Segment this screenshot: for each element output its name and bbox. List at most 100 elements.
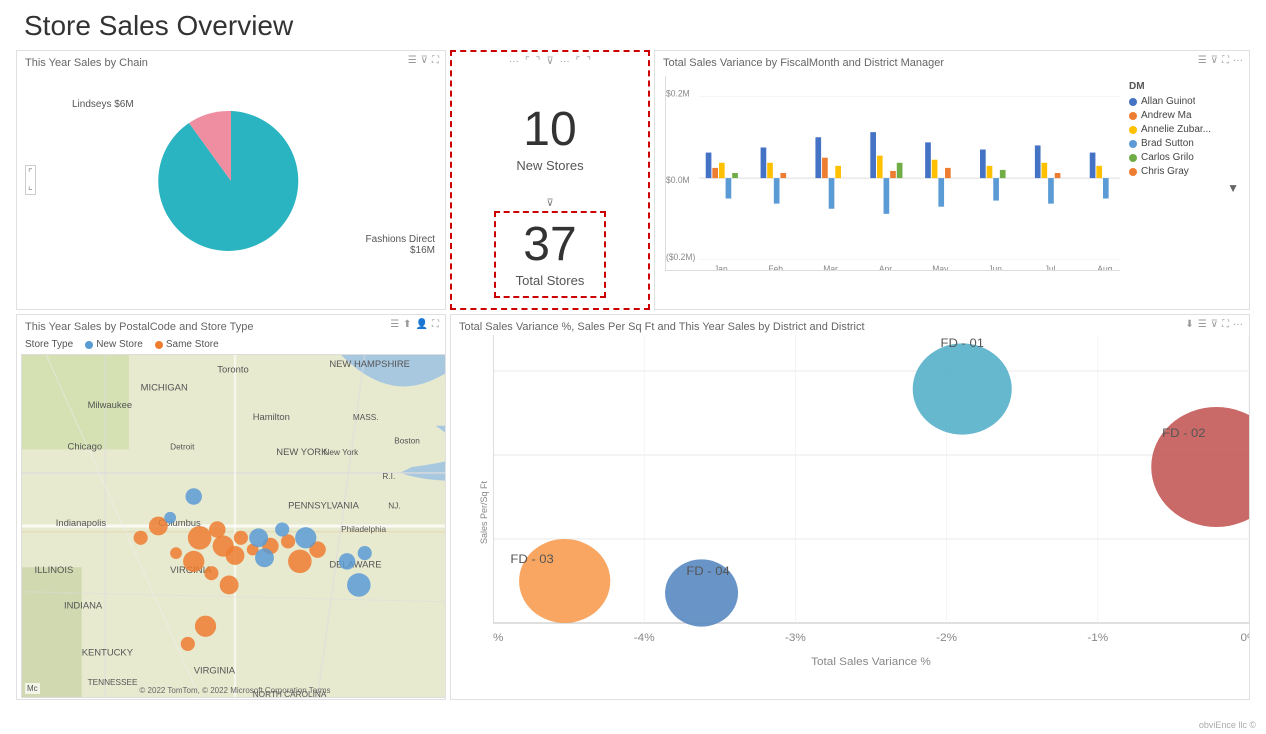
new-stores-kpi: 10 New Stores bbox=[516, 82, 583, 196]
kpi-more2-icon[interactable]: ··· bbox=[560, 56, 570, 67]
pie-chart: Lindseys $6M Fashions Direct $16M bbox=[17, 81, 445, 281]
kpi-focus-right-icon[interactable]: ⌝ bbox=[536, 56, 541, 67]
svg-text:ILLINOIS: ILLINOIS bbox=[35, 564, 74, 575]
kpi-expand-icon[interactable]: ⌜ bbox=[576, 56, 581, 67]
svg-text:New York: New York bbox=[323, 448, 359, 457]
map-ms-logo: Mc bbox=[25, 683, 40, 694]
svg-text:PENNSYLVANIA: PENNSYLVANIA bbox=[288, 499, 360, 510]
svg-text:Jan: Jan bbox=[714, 264, 728, 270]
svg-text:Indianapolis: Indianapolis bbox=[56, 517, 107, 528]
bubble-chart-wrapper: Sales Per/Sq Ft bbox=[451, 335, 1249, 691]
svg-text:R.I.: R.I. bbox=[382, 472, 395, 481]
kpi-filter-icon[interactable]: ⊽ bbox=[546, 56, 553, 67]
new-stores-label: New Stores bbox=[516, 158, 583, 173]
svg-text:Feb: Feb bbox=[768, 264, 783, 270]
pie-panel-title: This Year Sales by Chain bbox=[17, 51, 445, 71]
legend-item-carlos: Carlos Grilo bbox=[1129, 152, 1239, 163]
svg-text:INDIANA: INDIANA bbox=[64, 600, 103, 611]
kpi-panel: ··· ⌜ ⌝ ⊽ ··· ⌜ ⌝ 10 New Stores ⊽ 37 bbox=[450, 50, 650, 310]
svg-text:KENTUCKY: KENTUCKY bbox=[82, 647, 134, 658]
svg-text:Mar: Mar bbox=[823, 264, 838, 270]
svg-text:0%: 0% bbox=[1241, 632, 1249, 643]
svg-text:$0.2M: $0.2M bbox=[666, 88, 690, 98]
legend-item-chris: Chris Gray bbox=[1129, 166, 1239, 177]
watermark: obviEnce llc © bbox=[1199, 720, 1256, 730]
legend-carlos-label: Carlos Grilo bbox=[1141, 152, 1194, 163]
map-container[interactable]: Milwaukee Chicago Indianapolis ILLINOIS … bbox=[21, 354, 446, 698]
expand-bl-icon: ⌞ bbox=[28, 181, 33, 192]
map-legend-title: Store Type bbox=[25, 339, 73, 350]
pie-svg bbox=[151, 101, 311, 261]
svg-text:-1%: -1% bbox=[1087, 632, 1108, 643]
svg-text:DELAWARE: DELAWARE bbox=[329, 558, 381, 569]
svg-text:FD - 01: FD - 01 bbox=[941, 336, 984, 349]
pie-menu-icon[interactable]: ☰ bbox=[408, 55, 417, 66]
bar-more-icon[interactable]: ··· bbox=[1233, 55, 1243, 66]
bar-menu-icon[interactable]: ☰ bbox=[1198, 55, 1207, 66]
pie-expand-icon[interactable]: ⛶ bbox=[432, 55, 439, 66]
map-expand-icon[interactable]: ⛶ bbox=[432, 319, 439, 330]
pie-label-lindseys: Lindseys $6M bbox=[72, 99, 134, 110]
bubble-fd01[interactable] bbox=[913, 343, 1012, 434]
map-person-icon[interactable]: 👤 bbox=[416, 319, 428, 330]
bar-toolbar: ☰ ⊽ ⛶ ··· bbox=[1198, 55, 1243, 66]
svg-text:MASS.: MASS. bbox=[353, 413, 379, 422]
map-toolbar: ☰ ⬆ 👤 ⛶ bbox=[390, 319, 439, 330]
bar-panel-title: Total Sales Variance by FiscalMonth and … bbox=[655, 51, 1249, 71]
bars-svg: $0.2M $0.0M ($0.2M) bbox=[666, 76, 1120, 270]
svg-text:-4%: -4% bbox=[634, 632, 655, 643]
dashboard-grid: This Year Sales by Chain ☰ ⊽ ⛶ Lindseys … bbox=[16, 50, 1250, 700]
bar-chart-area: $0.2M $0.0M ($0.2M) bbox=[665, 76, 1120, 271]
svg-text:NEW HAMPSHIRE: NEW HAMPSHIRE bbox=[329, 358, 410, 369]
legend-item-andrew: Andrew Ma bbox=[1129, 110, 1239, 121]
legend-same-store-label: Same Store bbox=[166, 339, 219, 350]
bubble-menu-icon[interactable]: ☰ bbox=[1198, 319, 1207, 330]
bar-filter-icon[interactable]: ⊽ bbox=[1211, 55, 1218, 66]
svg-text:NJ.: NJ. bbox=[388, 501, 400, 510]
svg-text:-2%: -2% bbox=[936, 632, 957, 643]
new-stores-value: 10 bbox=[523, 106, 576, 154]
kpi-filter-icon-mid[interactable]: ⊽ bbox=[546, 198, 553, 209]
kpi-focus-left-icon[interactable]: ⌜ bbox=[525, 56, 530, 67]
svg-text:-5%: -5% bbox=[493, 632, 503, 643]
svg-text:Hamilton: Hamilton bbox=[253, 411, 290, 422]
bubble-expand-icon[interactable]: ⛶ bbox=[1222, 319, 1229, 330]
bar-panel: Total Sales Variance by FiscalMonth and … bbox=[654, 50, 1250, 310]
bubble-more-icon[interactable]: ··· bbox=[1233, 319, 1243, 330]
svg-text:MICHIGAN: MICHIGAN bbox=[141, 381, 188, 392]
svg-text:FD - 03: FD - 03 bbox=[510, 552, 553, 565]
svg-text:FD - 04: FD - 04 bbox=[686, 564, 729, 577]
total-stores-label: Total Stores bbox=[516, 273, 585, 288]
map-upload-icon[interactable]: ⬆ bbox=[403, 319, 411, 330]
kpi-filter-row: ⊽ bbox=[546, 196, 553, 211]
kpi-more-icon[interactable]: ··· bbox=[509, 56, 519, 67]
bubble-down-icon[interactable]: ⬇ bbox=[1185, 319, 1193, 330]
svg-text:VIRGINIA: VIRGINIA bbox=[194, 664, 236, 675]
svg-text:Apr: Apr bbox=[879, 264, 892, 270]
bubble-panel: Total Sales Variance %, Sales Per Sq Ft … bbox=[450, 314, 1250, 700]
bubble-y-label: Sales Per/Sq Ft bbox=[479, 481, 489, 544]
bar-chart-container: $0.2M $0.0M ($0.2M) bbox=[655, 71, 1249, 271]
bubble-filter-icon[interactable]: ⊽ bbox=[1211, 319, 1218, 330]
legend-item-brad: Brad Sutton bbox=[1129, 138, 1239, 149]
map-menu-icon[interactable]: ☰ bbox=[390, 319, 399, 330]
svg-text:Aug: Aug bbox=[1097, 264, 1112, 270]
pie-label-fashions: Fashions Direct $16M bbox=[366, 234, 435, 256]
svg-text:Total Sales Variance %: Total Sales Variance % bbox=[811, 656, 931, 667]
legend-scroll-down[interactable]: ▼ bbox=[1227, 181, 1239, 195]
total-stores-kpi-highlighted: 37 Total Stores bbox=[494, 211, 607, 298]
bubble-fd02[interactable] bbox=[1151, 407, 1249, 527]
legend-new-store: New Store bbox=[85, 339, 143, 350]
map-panel: This Year Sales by PostalCode and Store … bbox=[16, 314, 446, 700]
page-title: Store Sales Overview bbox=[16, 10, 1250, 42]
bar-expand-icon[interactable]: ⛶ bbox=[1222, 55, 1229, 66]
kpi-br-icon[interactable]: ⌝ bbox=[586, 56, 591, 67]
svg-text:Philadelphia: Philadelphia bbox=[341, 525, 386, 534]
svg-text:TENNESSEE: TENNESSEE bbox=[88, 678, 138, 687]
pie-corner-expand[interactable]: ⌜ ⌞ bbox=[25, 165, 36, 195]
bubble-toolbar: ⬇ ☰ ⊽ ⛶ ··· bbox=[1185, 319, 1243, 330]
legend-allan-label: Allan Guinot bbox=[1141, 96, 1195, 107]
map-panel-title: This Year Sales by PostalCode and Store … bbox=[17, 315, 445, 335]
svg-text:Chicago: Chicago bbox=[68, 440, 103, 451]
pie-filter-icon[interactable]: ⊽ bbox=[421, 55, 428, 66]
